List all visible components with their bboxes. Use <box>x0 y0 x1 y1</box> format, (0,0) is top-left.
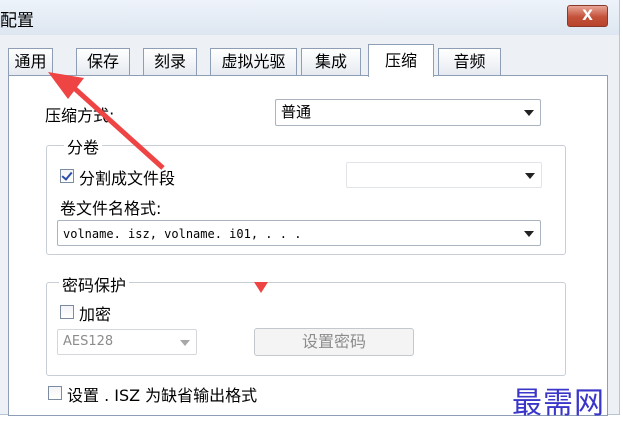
volume-name-format-value: volname. isz, volname. i01, . . . <box>63 227 302 241</box>
split-checkbox-label: 分割成文件段 <box>79 169 176 188</box>
tab-virtual-drive-label: 虚拟光驱 <box>221 52 286 71</box>
set-password-label: 设置密码 <box>301 332 366 351</box>
default-format-checkbox[interactable] <box>48 386 62 400</box>
tab-save-label: 保存 <box>86 52 119 71</box>
tab-general-label: 通用 <box>14 52 47 71</box>
compression-panel: 压缩方式: 普通 分卷 分割成文件段 卷文件名格式: volname. isz,… <box>8 75 608 416</box>
chevron-down-icon <box>525 173 535 179</box>
chevron-down-icon <box>524 231 534 237</box>
tab-burn-label: 刻录 <box>153 52 186 71</box>
encrypt-checkbox[interactable] <box>60 305 74 319</box>
split-size-select[interactable] <box>346 162 542 188</box>
default-format-label: 设置 . ISZ 为缺省输出格式 <box>67 386 258 405</box>
encryption-algorithm-select[interactable]: AES128 <box>57 329 197 355</box>
compression-method-select[interactable]: 普通 <box>275 99 541 126</box>
tab-integration[interactable]: 集成 <box>301 48 361 75</box>
chevron-down-icon <box>180 340 190 346</box>
config-dialog: 配置 X 通用 保存 刻录 虚拟光驱 集成 压缩 音频 压缩方式: 普通 分卷 … <box>0 0 620 416</box>
compression-method-value: 普通 <box>281 103 312 121</box>
tab-integration-label: 集成 <box>314 52 347 71</box>
encrypt-checkbox-label: 加密 <box>79 305 112 324</box>
split-checkbox[interactable] <box>60 169 74 183</box>
tab-audio[interactable]: 音频 <box>438 48 501 75</box>
password-group-label: 密码保护 <box>59 272 130 296</box>
tab-audio-label: 音频 <box>453 52 486 71</box>
tab-save[interactable]: 保存 <box>76 48 130 75</box>
tab-compression[interactable]: 压缩 <box>368 44 434 77</box>
close-icon: X <box>582 8 593 24</box>
tab-general[interactable]: 通用 <box>8 48 53 75</box>
tab-virtual-drive[interactable]: 虚拟光驱 <box>210 48 297 75</box>
dialog-title: 配置 <box>0 11 34 31</box>
split-group-label: 分卷 <box>64 134 103 158</box>
set-password-button[interactable]: 设置密码 <box>254 328 414 356</box>
volume-name-format-select[interactable]: volname. isz, volname. i01, . . . <box>57 220 541 246</box>
volume-name-format-label: 卷文件名格式: <box>60 199 162 218</box>
encryption-algorithm-value: AES128 <box>63 334 114 349</box>
chevron-down-icon <box>524 110 534 116</box>
tab-burn[interactable]: 刻录 <box>143 48 197 75</box>
compression-method-label: 压缩方式: <box>45 106 115 125</box>
tab-compression-label: 压缩 <box>384 51 417 70</box>
close-button[interactable]: X <box>567 5 608 27</box>
watermark-logo: 最需网 <box>512 386 605 421</box>
title-bar: 配置 X <box>0 0 619 35</box>
